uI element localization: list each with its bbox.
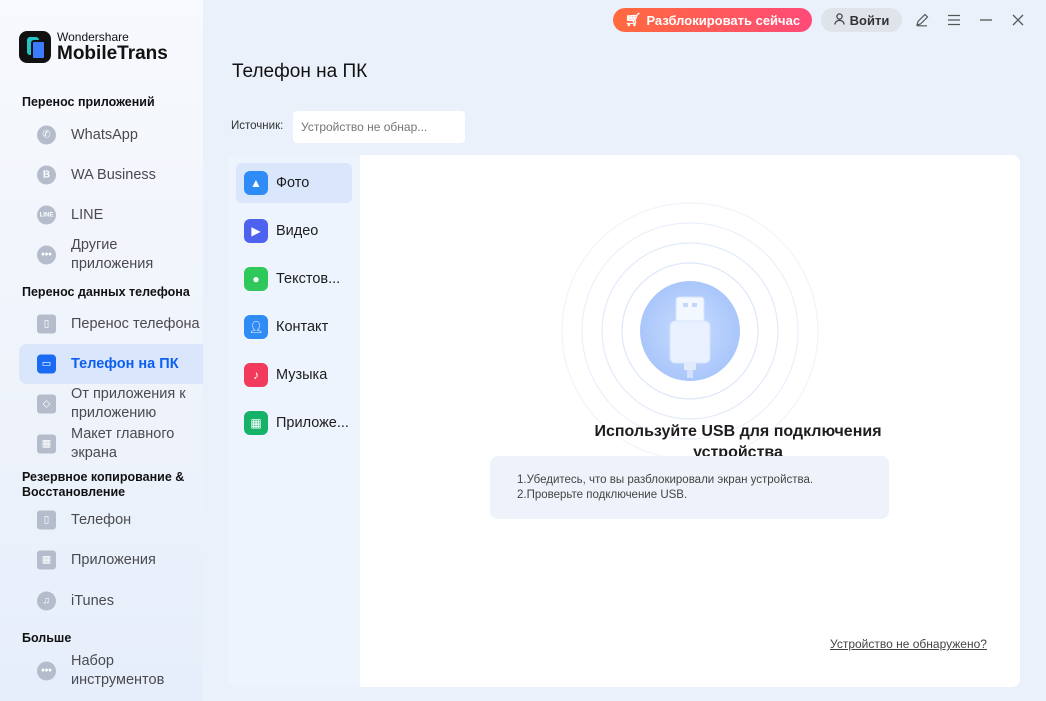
mobiletrans-logo-icon — [19, 31, 51, 63]
sidebar-item-wa-business[interactable]: B WA Business — [19, 155, 203, 195]
sidebar-item-home-layout[interactable]: ▦ Макет главного экрана — [19, 424, 203, 464]
app-to-app-icon: ◇ — [37, 394, 56, 414]
sidebar-item-label: Перенос телефона — [71, 315, 200, 332]
login-button[interactable]: Войти — [821, 8, 902, 32]
sidebar-item-label: Макет главного экрана — [71, 426, 175, 461]
unlock-now-label: Разблокировать сейчас — [646, 12, 801, 28]
feedback-edit-icon[interactable] — [912, 10, 932, 30]
menu-icon[interactable] — [944, 10, 964, 30]
brand-name: MobileTrans — [57, 43, 168, 64]
content-panel: ▲ Фото ▶ Видео ● Текстов... 👤︎ Контакт ♪… — [228, 155, 1020, 687]
unlock-now-button[interactable]: 🛒︎ Разблокировать сейчас — [613, 8, 812, 32]
phone-transfer-icon: ▯ — [37, 314, 56, 334]
more-apps-icon: ••• — [37, 245, 56, 265]
sidebar-item-apps-backup[interactable]: ▦ Приложения — [19, 540, 203, 580]
login-label: Войти — [849, 12, 890, 28]
sidebar-item-phone-backup[interactable]: ▯ Телефон — [19, 500, 203, 540]
apps-backup-icon: ▦ — [37, 550, 56, 570]
usb-instruction-title: Используйте USB для подключения устройст… — [594, 423, 882, 457]
sidebar-item-label: Телефон на ПК — [71, 355, 179, 372]
sidebar-item-phone-to-pc[interactable]: ▭ Телефон на ПК — [19, 344, 203, 384]
sidebar-item-label: Приложения — [71, 551, 156, 568]
section-title-more: Больше — [22, 631, 72, 645]
user-icon — [834, 12, 845, 28]
tip-check-usb: 2.Проверьте подключение USB. — [517, 489, 688, 501]
sidebar-item-label: WhatsApp — [71, 126, 138, 143]
toolkit-icon: ••• — [37, 661, 56, 681]
wa-business-icon: B — [37, 165, 56, 185]
source-label: Источник: — [231, 120, 284, 132]
sidebar-item-label: LINE — [71, 206, 104, 223]
sidebar-item-line[interactable]: LINE LINE — [19, 195, 203, 235]
home-layout-icon: ▦ — [37, 434, 56, 454]
tips-box: 1.Убедитесь, что вы разблокировали экран… — [490, 456, 889, 519]
sidebar-item-other-apps[interactable]: ••• Другие приложения — [19, 235, 203, 275]
device-not-found-link[interactable]: Устройство не обнаружено? — [830, 637, 987, 651]
whatsapp-icon: ✆ — [37, 125, 56, 145]
source-device-select[interactable] — [293, 111, 465, 143]
itunes-icon: ♫ — [37, 591, 56, 611]
sidebar-item-label: Другие приложения — [71, 237, 154, 272]
page-title: Телефон на ПК — [232, 61, 368, 82]
section-title-phone-transfer: Перенос данных телефона — [22, 285, 190, 299]
sidebar-item-label: Телефон — [71, 511, 132, 528]
sidebar-item-label: iTunes — [71, 592, 114, 609]
line-icon: LINE — [37, 205, 56, 225]
sidebar-item-toolkit[interactable]: ••• Набор инструментов — [19, 651, 203, 691]
section-title-backup-restore: Резервное копирование & Восстановление — [22, 470, 185, 499]
brand: Wondershare MobileTrans — [19, 31, 168, 63]
sidebar: Wondershare MobileTrans Перенос приложен… — [0, 0, 203, 701]
phone-backup-icon: ▯ — [37, 510, 56, 530]
sidebar-item-label: Набор инструментов — [71, 653, 165, 688]
sidebar-item-label: От приложения к приложению — [71, 386, 186, 421]
tip-unlock-screen: 1.Убедитесь, что вы разблокировали экран… — [517, 474, 814, 486]
sidebar-item-whatsapp[interactable]: ✆ WhatsApp — [19, 115, 203, 155]
section-title-app-transfer: Перенос приложений — [22, 95, 155, 109]
minimize-icon[interactable] — [976, 10, 996, 30]
sidebar-item-phone-transfer[interactable]: ▯ Перенос телефона — [19, 304, 203, 344]
sidebar-item-itunes[interactable]: ♫ iTunes — [19, 581, 203, 621]
sidebar-item-app-to-app[interactable]: ◇ От приложения к приложению — [19, 384, 203, 424]
close-icon[interactable] — [1008, 10, 1028, 30]
sidebar-item-label: WA Business — [71, 166, 156, 183]
phone-to-pc-icon: ▭ — [37, 354, 56, 374]
cart-icon: 🛒︎ — [624, 12, 642, 27]
brand-small-text: Wondershare — [57, 30, 129, 44]
